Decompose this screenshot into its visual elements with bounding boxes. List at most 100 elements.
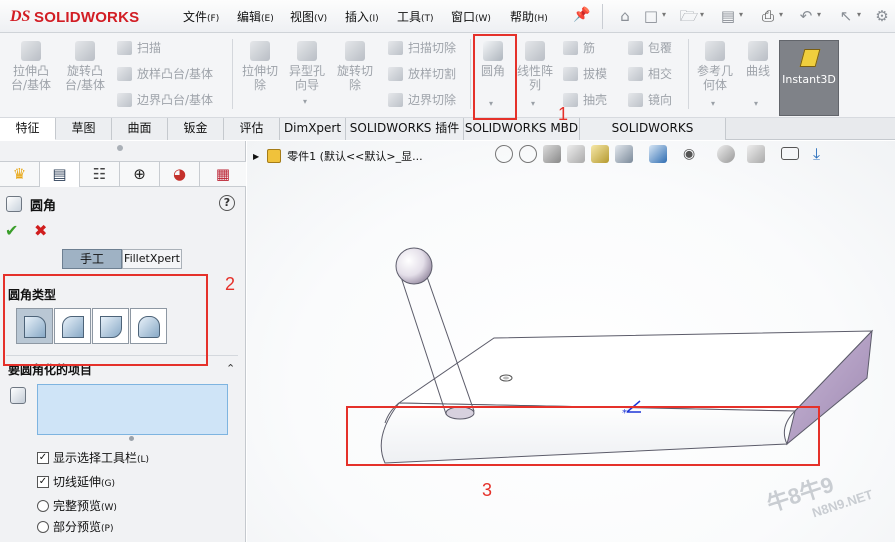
manager-tabs: ♛ ▤ ☷ ⊕ ◕ ▦	[0, 161, 246, 187]
tab-evaluate[interactable]: 评估	[224, 118, 280, 140]
undo-dropdown-icon[interactable]: ▾	[817, 10, 825, 22]
annotation-number-1: 1	[558, 104, 569, 124]
new-document-icon[interactable]: □	[641, 6, 661, 26]
tab-dimxpert[interactable]: DimXpert	[280, 118, 346, 140]
instant3d-button[interactable]: Instant3D	[779, 40, 839, 116]
partial-preview-radio[interactable]: 部分预览(P)	[37, 518, 113, 536]
wrap-button[interactable]: 包覆	[626, 37, 672, 59]
curves-icon	[748, 41, 768, 61]
rib-button[interactable]: 筋	[561, 37, 595, 59]
edge-selection-icon	[10, 387, 26, 404]
home-icon[interactable]: ⌂	[615, 6, 635, 26]
draft-button[interactable]: 拔模	[561, 63, 607, 85]
sweep-button[interactable]: 扫描	[115, 37, 161, 59]
solidworks-window: DS SOLIDWORKS 文件(F) 编辑(E) 视图(V) 插入(I) 工具…	[0, 0, 895, 542]
dimxpert-manager-tab-icon[interactable]: ⊕	[120, 162, 160, 187]
tab-sheet-metal[interactable]: 钣金	[168, 118, 224, 140]
manual-mode-button[interactable]: 手工	[62, 249, 122, 269]
feature-manager-tab-icon[interactable]: ♛	[0, 162, 40, 187]
print-icon[interactable]: ⎙	[758, 6, 778, 26]
menu-edit[interactable]: 编辑(E)	[237, 8, 274, 26]
hole-wizard-button[interactable]: 异型孔 向导	[285, 41, 329, 92]
help-icon[interactable]: ?	[219, 195, 235, 211]
menu-insert[interactable]: 插入(I)	[345, 8, 379, 26]
annotation-box-fillet-command	[473, 34, 517, 120]
tab-surfaces[interactable]: 曲面	[112, 118, 168, 140]
fillet-feature-icon	[6, 196, 22, 212]
select-dropdown-icon[interactable]: ▾	[857, 10, 865, 22]
pin-ball[interactable]	[395, 247, 433, 285]
configuration-manager-tab-icon[interactable]: ☷	[80, 162, 120, 187]
ribbon-separator	[232, 39, 233, 109]
pattern-dropdown-icon[interactable]: ▾	[531, 99, 535, 108]
open-folder-icon[interactable]: 🗁	[679, 6, 699, 26]
menu-view[interactable]: 视图(V)	[290, 8, 327, 26]
tab-sketch[interactable]: 草图	[56, 118, 112, 140]
ref-geometry-dropdown-icon[interactable]: ▾	[711, 99, 715, 108]
boundary-cut-button[interactable]: 边界切除	[386, 89, 456, 111]
extrude-cut-button[interactable]: 拉伸切 除	[238, 41, 282, 92]
show-selection-toolbar-checkbox[interactable]: ✓ 显示选择工具栏(L)	[37, 449, 149, 467]
intersect-button[interactable]: 相交	[626, 63, 672, 85]
property-manager-tab-icon[interactable]: ▤	[40, 162, 80, 187]
graphics-area[interactable]: ▶ 零件1 (默认<<默认>_显... ◉ ⤓ * 牛8牛9 N8N9.NET	[247, 141, 895, 542]
menu-window[interactable]: 窗口(W)	[451, 8, 491, 26]
menu-help[interactable]: 帮助(H)	[510, 8, 548, 26]
reference-geometry-button[interactable]: 参考几 何体	[693, 41, 737, 92]
solidworks-logo[interactable]: DS SOLIDWORKS	[10, 5, 139, 29]
panel-grip[interactable]	[117, 145, 123, 151]
display-manager-tab-icon[interactable]: ◕	[160, 162, 200, 187]
mirror-button[interactable]: 镜向	[626, 89, 672, 111]
loft-boss-button[interactable]: 放样凸台/基体	[115, 63, 213, 85]
revolve-boss-icon	[75, 41, 95, 61]
new-dropdown-icon[interactable]: ▾	[662, 10, 670, 22]
checkbox-icon: ✓	[37, 452, 49, 464]
rebuild-icon[interactable]: ⚙	[872, 6, 892, 26]
extrude-boss-icon	[21, 41, 41, 61]
undo-icon[interactable]: ↶	[796, 6, 816, 26]
tab-solidworks-addins[interactable]: SOLIDWORKS 插件	[346, 118, 464, 140]
ds-logo-icon: DS	[10, 8, 31, 25]
menu-file[interactable]: 文件(F)	[183, 8, 219, 26]
boundary-boss-button[interactable]: 边界凸台/基体	[115, 89, 213, 111]
open-dropdown-icon[interactable]: ▾	[700, 10, 708, 22]
command-manager: 拉伸凸 台/基体 旋转凸 台/基体 扫描 放样凸台/基体 边界凸台/基体 拉伸切…	[0, 33, 895, 118]
swept-cut-button[interactable]: 扫描切除	[386, 37, 456, 59]
annotation-box-fillet-type	[3, 274, 208, 366]
save-icon[interactable]: ▤	[718, 6, 738, 26]
extrude-boss-button[interactable]: 拉伸凸 台/基体	[8, 41, 54, 92]
tab-solidworks-inspection[interactable]: SOLIDWORKS Inspection	[580, 118, 726, 156]
reference-geometry-icon	[705, 41, 725, 61]
checkbox-icon: ✓	[37, 476, 49, 488]
tab-features[interactable]: 特征	[0, 118, 56, 140]
pin-icon[interactable]: 📌	[573, 7, 590, 23]
curves-dropdown-icon[interactable]: ▾	[754, 99, 758, 108]
lofted-cut-button[interactable]: 放样切割	[386, 63, 456, 85]
select-cursor-icon[interactable]: ↖	[836, 6, 856, 26]
ok-checkmark-icon[interactable]: ✔	[5, 221, 18, 240]
title-bar: DS SOLIDWORKS 文件(F) 编辑(E) 视图(V) 插入(I) 工具…	[0, 0, 895, 33]
save-dropdown-icon[interactable]: ▾	[739, 10, 747, 22]
curves-button[interactable]: 曲线	[741, 41, 775, 78]
hole-inner	[503, 376, 509, 380]
linear-pattern-button[interactable]: 线性阵 列	[514, 41, 556, 92]
radio-icon	[37, 500, 49, 512]
menu-tools[interactable]: 工具(T)	[397, 8, 434, 26]
pm-title: 圆角	[30, 198, 57, 214]
filletxpert-mode-button[interactable]: FilletXpert	[122, 249, 182, 269]
hole-wizard-dropdown-icon[interactable]: ▾	[303, 97, 307, 106]
revolve-cut-button[interactable]: 旋转切 除	[333, 41, 377, 92]
linear-pattern-icon	[525, 41, 545, 61]
collapse-chevron-icon[interactable]: ⌃	[226, 362, 235, 375]
items-to-fillet-list[interactable]	[37, 384, 228, 435]
annotation-box-edge	[346, 406, 820, 466]
full-preview-radio[interactable]: 完整预览(W)	[37, 497, 117, 515]
cancel-x-icon[interactable]: ✖	[34, 221, 47, 240]
command-tabs: 特征 草图 曲面 钣金 评估 DimXpert SOLIDWORKS 插件 SO…	[0, 118, 895, 156]
cam-manager-tab-icon[interactable]: ▦	[200, 162, 246, 187]
revolve-boss-button[interactable]: 旋转凸 台/基体	[62, 41, 108, 92]
hole-wizard-icon	[297, 41, 317, 61]
print-dropdown-icon[interactable]: ▾	[779, 10, 787, 22]
tangent-propagation-checkbox[interactable]: ✓ 切线延伸(G)	[37, 473, 115, 491]
list-resize-grip[interactable]	[129, 436, 134, 441]
